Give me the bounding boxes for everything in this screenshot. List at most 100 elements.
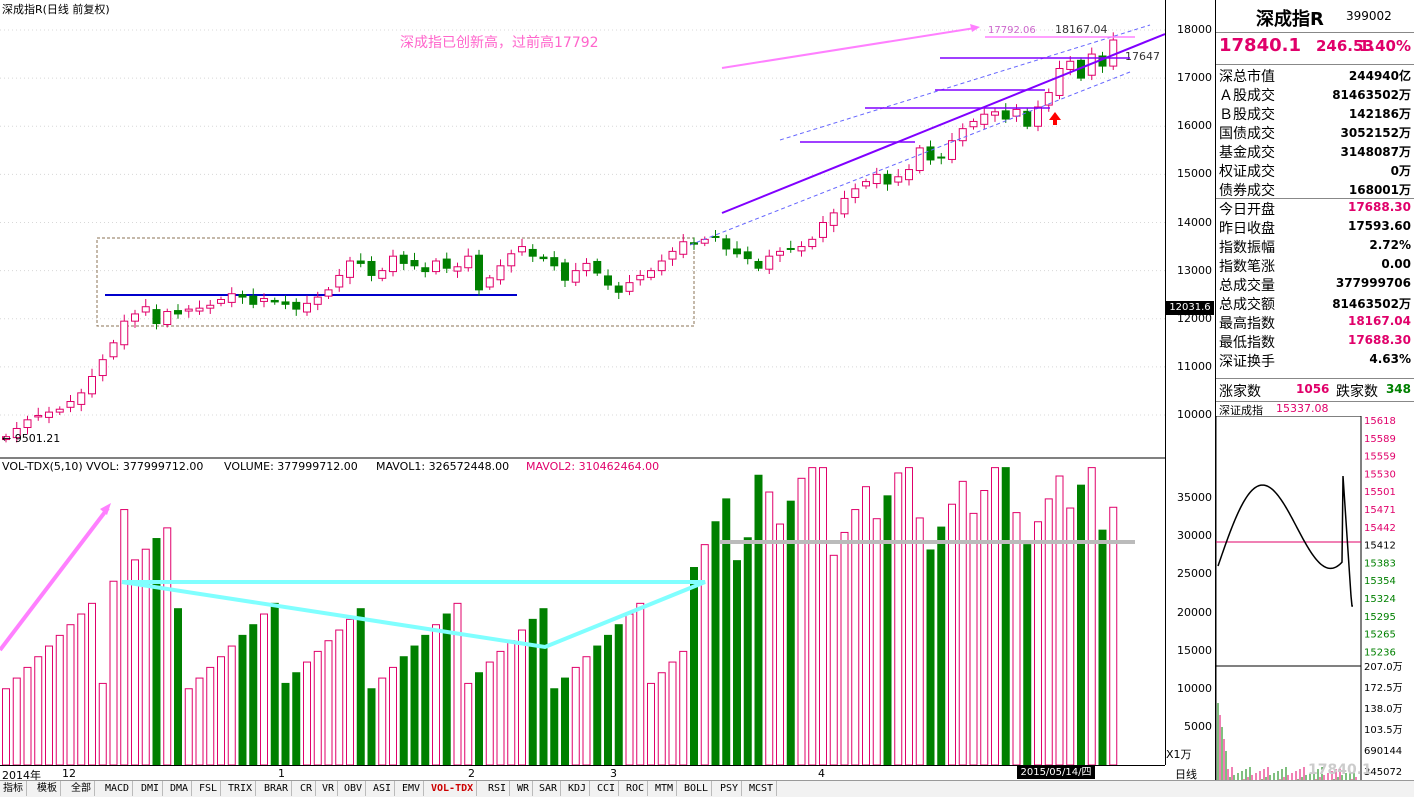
mini-vol-tick: 172.5万 <box>1364 683 1403 694</box>
volume-bar <box>346 618 354 766</box>
toolbar-item-模板[interactable]: 模板 <box>34 781 61 796</box>
volume-bar <box>464 682 473 766</box>
toolbar-item-dmi[interactable]: DMI <box>138 781 164 796</box>
mini-tick: 15412 <box>1364 541 1396 552</box>
candle <box>195 307 204 312</box>
toolbar-item-dma[interactable]: DMA <box>167 781 193 796</box>
toolbar-item-kdj[interactable]: KDJ <box>565 781 591 796</box>
volume-bar <box>163 527 172 766</box>
toolbar-item-macd[interactable]: MACD <box>102 781 134 796</box>
mini-vol-tick: 138.0万 <box>1364 704 1403 715</box>
candle <box>786 247 795 250</box>
candle <box>1055 68 1064 96</box>
candle <box>55 408 64 413</box>
mini-tick: 15589 <box>1364 434 1396 445</box>
toolbar-item-wr[interactable]: WR <box>514 781 534 796</box>
toolbar-item-sar[interactable]: SAR <box>536 781 562 796</box>
candle <box>98 359 107 377</box>
price-pct: 1.40% <box>1358 37 1411 55</box>
volume-bar <box>733 560 741 766</box>
kline-svg[interactable]: 深成指R(日线 前复权) 深成指已创新高，过前高17792 ← 9501.21 177… <box>0 0 1166 766</box>
volume-bar <box>195 677 204 766</box>
candle <box>518 246 526 253</box>
volume-bar <box>958 480 967 766</box>
stat-row: 最高指数 18167.04 <box>1216 313 1414 332</box>
volume-bar <box>668 661 677 766</box>
toolbar-item-trix[interactable]: TRIX <box>225 781 257 796</box>
volume-tick: 20000 <box>1177 605 1212 619</box>
candle <box>496 265 505 281</box>
stat-label: 最高指数 <box>1219 316 1275 332</box>
toolbar-item-obv[interactable]: OBV <box>341 781 367 796</box>
price-tick: 15000 <box>1177 167 1212 181</box>
toolbar-item-fsl[interactable]: FSL <box>196 781 222 796</box>
ind-vvol: VVOL: 377999712.00 <box>86 460 203 473</box>
toolbar-item-roc[interactable]: ROC <box>623 781 649 796</box>
volume-bar <box>206 666 215 766</box>
toolbar-item-指标[interactable]: 指标 <box>0 781 27 796</box>
watermark: 17840.1 <box>1308 762 1372 778</box>
volume-unit: X1万 <box>1166 748 1192 761</box>
toolbar-item-mcst[interactable]: MCST <box>746 781 778 796</box>
toolbar-item-rsi[interactable]: RSI <box>485 781 511 796</box>
volume-bar <box>1109 506 1118 766</box>
main-chart[interactable]: 深成指R(日线 前复权) 深成指已创新高，过前高17792 ← 9501.21 177… <box>0 0 1166 766</box>
mini-header: 深证成指 15337.08 <box>1216 402 1414 417</box>
candle <box>711 235 720 238</box>
candle <box>980 113 989 125</box>
volume-bar <box>292 672 301 766</box>
volume-bar <box>797 477 806 766</box>
candle <box>722 238 731 250</box>
volume-bar <box>34 656 43 766</box>
volume-bar <box>991 467 999 766</box>
ind-mavol1: MAVOL1: 326572448.00 <box>376 460 509 473</box>
toolbar-item-boll[interactable]: BOLL <box>681 781 713 796</box>
stat-value: 3052152万 <box>1340 126 1411 140</box>
stat-label: 最低指数 <box>1219 335 1275 351</box>
candle <box>88 376 96 395</box>
toolbar-item-psy[interactable]: PSY <box>717 781 743 796</box>
high-label: 18167.04 <box>1055 23 1108 36</box>
stat-label: Ａ股成交 <box>1219 88 1275 104</box>
stat-value: 377999706 <box>1335 276 1411 290</box>
volume-bar <box>1001 467 1010 766</box>
toolbar-item-asi[interactable]: ASI <box>370 781 396 796</box>
stat-value: 2.72% <box>1369 238 1411 252</box>
cursor-date-tag: 2015/05/14/四 <box>1017 766 1095 779</box>
candle <box>948 140 956 160</box>
adv-label: 涨家数 <box>1219 384 1261 400</box>
volume-bar <box>270 602 279 766</box>
volume-bar <box>647 682 655 766</box>
volume-bar <box>120 509 129 766</box>
price-tick: 10000 <box>1177 408 1212 421</box>
candle <box>840 197 849 215</box>
toolbar-item-vol-tdx[interactable]: VOL-TDX <box>428 781 478 796</box>
toolbar-item-emv[interactable]: EMV <box>399 781 425 796</box>
toolbar-item-cci[interactable]: CCI <box>594 781 620 796</box>
candle <box>346 260 354 278</box>
toolbar-item-mtm[interactable]: MTM <box>652 781 678 796</box>
candle <box>131 313 139 322</box>
candle <box>249 295 258 305</box>
prev-high-label: 17792.06 <box>988 25 1036 36</box>
stat-value: 0万 <box>1390 164 1411 178</box>
volume-bar <box>571 666 580 766</box>
toolbar-item-全部[interactable]: 全部 <box>68 781 95 796</box>
price-row: 17840.1 246.53 1.40% <box>1216 33 1414 61</box>
volume-bar <box>453 602 462 766</box>
toolbar-item-cr[interactable]: CR <box>297 781 317 796</box>
candle <box>668 250 677 260</box>
dec-count: 348 <box>1385 382 1411 396</box>
volume-bar <box>851 509 860 766</box>
volume-bar <box>883 495 892 766</box>
candle <box>464 255 473 269</box>
candle <box>743 251 752 260</box>
intraday-mini-chart[interactable]: 15618 15589 15559 15530 15501 15471 15442 15412… <box>1216 416 1414 794</box>
mini-tick: 15442 <box>1364 523 1396 534</box>
mini-tick: 15501 <box>1364 487 1396 498</box>
indicator-toolbar: 指标 模板 全部 MACD DMI DMA FSL TRIX BRAR CR VR OBV ASI EMV… <box>0 780 1414 797</box>
candle <box>754 260 763 269</box>
volume-bar <box>217 656 225 766</box>
toolbar-item-vr[interactable]: VR <box>319 781 339 796</box>
toolbar-item-brar[interactable]: BRAR <box>261 781 293 796</box>
